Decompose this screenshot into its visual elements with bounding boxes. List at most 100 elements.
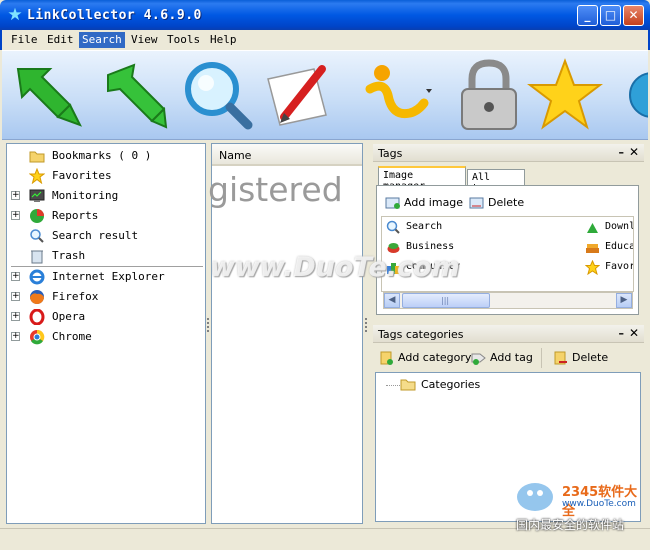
tree-item-firefox[interactable]: + Firefox xyxy=(7,287,205,307)
add-image-button[interactable]: Add image xyxy=(385,194,465,212)
app-star-icon: ★ xyxy=(7,5,23,25)
tree-item-label: Monitoring xyxy=(52,189,119,202)
tag-categories-header: Tags categories – ✕ xyxy=(373,325,644,343)
magnifier-icon xyxy=(386,220,401,235)
close-button[interactable]: ✕ xyxy=(623,5,644,26)
tree-item-internet-explorer[interactable]: + Internet Explorer xyxy=(7,267,205,287)
toolbar xyxy=(2,50,648,140)
expand-toggle[interactable]: + xyxy=(11,191,20,200)
image-item-label: Downl xyxy=(605,221,634,232)
pencil-paper-icon[interactable] xyxy=(262,55,340,135)
pin-button[interactable]: – xyxy=(619,327,625,340)
scroll-left-button[interactable]: ◀ xyxy=(384,293,400,308)
ie-icon xyxy=(29,269,45,285)
bird-logo-icon xyxy=(510,475,560,515)
menu-search[interactable]: Search xyxy=(79,32,125,48)
expand-toggle[interactable]: + xyxy=(11,272,20,281)
add-category-label: Add category xyxy=(398,351,472,364)
tree-item-label: Search result xyxy=(52,229,139,242)
delete-category-icon xyxy=(553,350,568,365)
scroll-thumb[interactable]: ||| xyxy=(402,293,490,308)
navigation-tree[interactable]: Bookmarks ( 0 ) Favorites + Monitoring +… xyxy=(6,143,206,524)
tree-item-label: Favorites xyxy=(52,169,112,182)
opera-icon xyxy=(29,308,45,326)
categories-root[interactable]: Categories xyxy=(421,378,480,391)
tree-item-reports[interactable]: + Reports xyxy=(7,206,205,226)
left-splitter[interactable] xyxy=(207,318,209,332)
tree-item-monitoring[interactable]: + Monitoring xyxy=(7,186,205,206)
add-tag-icon xyxy=(471,350,486,365)
menu-file[interactable]: File xyxy=(8,32,41,48)
tree-item-label: Firefox xyxy=(52,290,99,303)
add-category-button[interactable]: Add category xyxy=(379,349,471,367)
scroll-right-button[interactable]: ▶ xyxy=(616,293,632,308)
image-list-hscrollbar[interactable]: ◀ ||| ▶ xyxy=(383,292,633,309)
padlock-icon[interactable] xyxy=(450,55,528,135)
delete-category-button[interactable]: Delete xyxy=(553,349,609,367)
tree-connector xyxy=(386,385,400,386)
expand-toggle[interactable]: + xyxy=(11,332,20,341)
star-icon xyxy=(28,167,46,185)
logo-caption: 国内最安全的软件站 xyxy=(516,518,625,532)
tree-item-label: Internet Explorer xyxy=(52,270,165,283)
add-category-icon xyxy=(379,350,394,365)
menu-edit[interactable]: Edit xyxy=(44,32,77,48)
tags-panel-header: Tags – ✕ xyxy=(373,144,644,162)
right-splitter[interactable] xyxy=(365,318,367,332)
tree-item-label: Bookmarks ( 0 ) xyxy=(52,149,152,162)
add-image-label: Add image xyxy=(404,196,464,209)
tree-item-opera[interactable]: + Opera xyxy=(7,307,205,327)
image-item-label: Favor xyxy=(605,261,634,272)
tab-image-manager[interactable]: Image manager xyxy=(378,166,466,192)
star-icon[interactable] xyxy=(526,55,604,135)
menu-view[interactable]: View xyxy=(128,32,161,48)
info-icon[interactable] xyxy=(354,55,432,135)
menu-help[interactable]: Help xyxy=(207,32,240,48)
expand-toggle[interactable]: + xyxy=(11,312,20,321)
links-list[interactable]: Name gistered xyxy=(208,143,363,524)
menu-tools[interactable]: Tools xyxy=(164,32,203,48)
add-tag-button[interactable]: Add tag xyxy=(471,349,533,367)
tags-panel-close-button[interactable]: ✕ xyxy=(629,145,639,159)
expand-toggle[interactable]: + xyxy=(11,292,20,301)
title-bar: ★ LinkCollector 4.6.9.0 _ □ ✕ xyxy=(0,0,650,30)
tree-item-bookmarks[interactable]: Bookmarks ( 0 ) xyxy=(7,146,205,166)
download-icon xyxy=(585,220,600,235)
tree-item-trash[interactable]: Trash xyxy=(7,246,205,266)
menu-bar: File Edit Search View Tools Help xyxy=(0,30,650,50)
expand-toggle[interactable]: + xyxy=(11,211,20,220)
column-header-label: Name xyxy=(219,149,252,162)
delete-image-icon xyxy=(469,195,484,210)
logo-url: www.DuoTe.com xyxy=(562,499,636,509)
globe-icon[interactable] xyxy=(612,55,648,135)
star-icon xyxy=(584,259,601,276)
tree-item-label: Reports xyxy=(52,209,99,222)
trash-icon xyxy=(29,248,45,264)
window-title: LinkCollector 4.6.9.0 xyxy=(27,8,202,23)
arrow-up-icon[interactable] xyxy=(96,55,174,135)
image-item-label: Search xyxy=(406,221,443,232)
minimize-button[interactable]: _ xyxy=(577,5,598,26)
tree-item-favorites[interactable]: Favorites xyxy=(7,166,205,186)
books-icon xyxy=(585,240,600,255)
column-header-name[interactable]: Name xyxy=(212,144,362,166)
tree-item-label: Opera xyxy=(52,310,86,323)
toolbar-divider xyxy=(541,348,542,368)
tag-categories-title: Tags categories xyxy=(378,328,464,341)
tree-item-label: Trash xyxy=(52,249,86,262)
add-tag-label: Add tag xyxy=(490,351,533,364)
maximize-button[interactable]: □ xyxy=(600,5,621,26)
pin-button[interactable]: – xyxy=(619,146,625,159)
delete-image-button[interactable]: Delete xyxy=(469,194,529,212)
magnifier-icon xyxy=(29,228,45,244)
magnifier-icon[interactable] xyxy=(178,55,256,135)
tag-categories-close-button[interactable]: ✕ xyxy=(629,326,639,340)
tree-item-chrome[interactable]: + Chrome xyxy=(7,327,205,347)
arrow-down-icon[interactable] xyxy=(10,55,88,135)
add-image-icon xyxy=(385,195,400,210)
site-logo-watermark: 2345软件大全 www.DuoTe.com 国内最安全的软件站 xyxy=(510,475,650,535)
delete-category-label: Delete xyxy=(572,351,609,364)
monitor-icon xyxy=(29,188,45,204)
unregistered-overlay: gistered xyxy=(208,170,343,209)
tree-item-search-result[interactable]: Search result xyxy=(7,226,205,246)
